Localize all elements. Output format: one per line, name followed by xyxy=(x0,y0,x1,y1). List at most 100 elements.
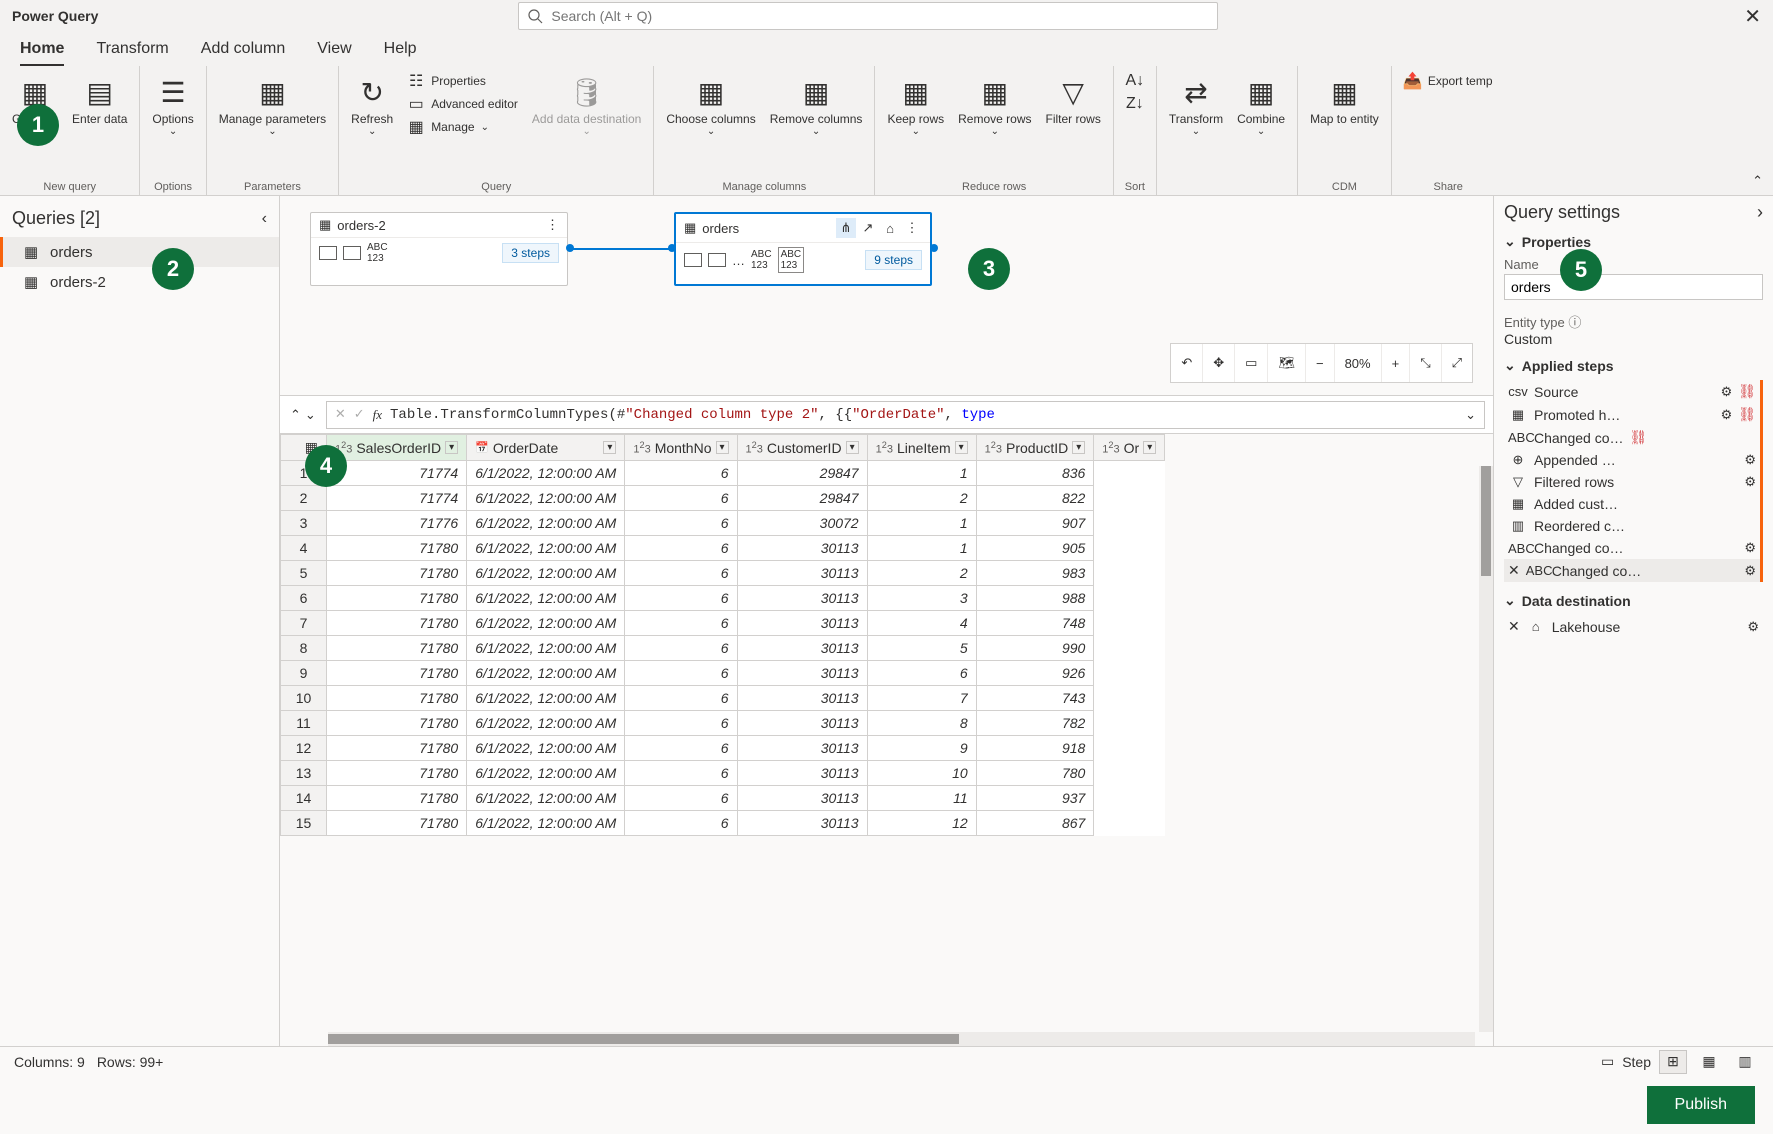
enter-data-button[interactable]: ▤Enter data xyxy=(66,70,133,130)
cell[interactable]: 30113 xyxy=(737,711,867,736)
link-icon[interactable]: ⛓ xyxy=(1630,429,1648,446)
cell[interactable]: 6/1/2022, 12:00:00 AM xyxy=(467,536,625,561)
node-more-icon[interactable]: ⋮ xyxy=(902,218,922,238)
column-header[interactable]: 123LineItem▾ xyxy=(867,435,976,461)
cell[interactable]: 983 xyxy=(976,561,1094,586)
cell[interactable]: 6 xyxy=(625,786,737,811)
refresh-button[interactable]: ↻Refresh⌄ xyxy=(345,70,399,141)
column-header[interactable]: 123Or▾ xyxy=(1094,435,1165,461)
node-more-icon[interactable]: ⋮ xyxy=(546,217,559,233)
zoom-out-icon[interactable]: − xyxy=(1306,344,1335,382)
cell[interactable]: 71780 xyxy=(327,561,467,586)
applied-steps-section[interactable]: Applied steps xyxy=(1504,357,1763,374)
destination-row[interactable]: ✕ ⌂ Lakehouse ⚙ xyxy=(1504,615,1763,638)
zoom-in-icon[interactable]: + xyxy=(1382,344,1411,382)
cell[interactable]: 6 xyxy=(625,511,737,536)
collapse-ribbon-icon[interactable]: ⌃ xyxy=(1752,173,1763,189)
cell[interactable]: 937 xyxy=(976,786,1094,811)
cell[interactable]: 6/1/2022, 12:00:00 AM xyxy=(467,661,625,686)
node-home-ictitle=[interactable]: ⌂ xyxy=(880,218,900,238)
cell[interactable]: 6/1/2022, 12:00:00 AM xyxy=(467,461,625,486)
publish-button[interactable]: Publish xyxy=(1647,1086,1755,1124)
diagram-view[interactable]: ▦orders-2⋮ ABC1233 steps ▦orders ⋔ ↗ ⌂ ⋮… xyxy=(280,196,1493,396)
search-box[interactable] xyxy=(518,2,1218,30)
filter-dropdown-icon[interactable]: ▾ xyxy=(846,441,859,454)
cell[interactable]: 6/1/2022, 12:00:00 AM xyxy=(467,811,625,836)
link-icon[interactable]: ⛓ xyxy=(1738,406,1756,423)
table-row[interactable]: 8717806/1/2022, 12:00:00 AM6301135990 xyxy=(281,636,1165,661)
cell[interactable]: 6/1/2022, 12:00:00 AM xyxy=(467,686,625,711)
cell[interactable]: 8 xyxy=(867,711,976,736)
tab-help[interactable]: Help xyxy=(384,40,417,66)
column-header[interactable]: 123ProductID▾ xyxy=(976,435,1094,461)
remove-columns-button[interactable]: ▦Remove columns⌄ xyxy=(764,70,869,141)
cell[interactable]: 71780 xyxy=(327,686,467,711)
cell[interactable]: 1 xyxy=(867,536,976,561)
cell[interactable]: 6/1/2022, 12:00:00 AM xyxy=(467,736,625,761)
name-input[interactable] xyxy=(1504,274,1763,300)
column-header[interactable]: 123CustomerID▾ xyxy=(737,435,867,461)
map-icon[interactable]: 🗺 xyxy=(1268,344,1306,382)
cell[interactable]: 6/1/2022, 12:00:00 AM xyxy=(467,511,625,536)
cell[interactable]: 6/1/2022, 12:00:00 AM xyxy=(467,486,625,511)
cell[interactable]: 6 xyxy=(625,761,737,786)
cell[interactable]: 30113 xyxy=(737,686,867,711)
cell[interactable]: 822 xyxy=(976,486,1094,511)
cell[interactable]: 11 xyxy=(867,786,976,811)
cell[interactable]: 10 xyxy=(867,761,976,786)
row-number[interactable]: 2 xyxy=(281,486,327,511)
view-schema-button[interactable]: ▥ xyxy=(1731,1050,1759,1074)
applied-step[interactable]: ▽Filtered rows⚙ xyxy=(1504,471,1760,493)
table-row[interactable]: 3717766/1/2022, 12:00:00 AM6300721907 xyxy=(281,511,1165,536)
table-row[interactable]: 15717806/1/2022, 12:00:00 AM63011312867 xyxy=(281,811,1165,836)
vertical-scrollbar[interactable] xyxy=(1479,466,1493,1032)
row-number[interactable]: 15 xyxy=(281,811,327,836)
row-number[interactable]: 3 xyxy=(281,511,327,536)
cell[interactable]: 6/1/2022, 12:00:00 AM xyxy=(467,561,625,586)
gear-icon[interactable]: ⚙ xyxy=(1744,452,1756,468)
cell[interactable]: 30113 xyxy=(737,736,867,761)
cell[interactable]: 71776 xyxy=(327,511,467,536)
cell[interactable]: 30113 xyxy=(737,786,867,811)
map-entity-button[interactable]: ▦Map to entity xyxy=(1304,70,1385,130)
cell[interactable]: 780 xyxy=(976,761,1094,786)
expand-settings-icon[interactable]: › xyxy=(1757,202,1763,223)
node-expand-icon[interactable]: ↗ xyxy=(858,218,878,238)
row-number[interactable]: 14 xyxy=(281,786,327,811)
query-item-orders-2[interactable]: ▦ orders-2 xyxy=(0,267,279,297)
collapse-queries-icon[interactable]: ‹ xyxy=(262,210,267,228)
gear-icon[interactable]: ⚙ xyxy=(1744,563,1756,579)
cell[interactable]: 2 xyxy=(867,486,976,511)
cell[interactable]: 6 xyxy=(625,536,737,561)
cell[interactable]: 6/1/2022, 12:00:00 AM xyxy=(467,636,625,661)
undo-icon[interactable]: ↶ xyxy=(1171,344,1203,382)
filter-dropdown-icon[interactable]: ▾ xyxy=(716,441,729,454)
filter-dropdown-icon[interactable]: ▾ xyxy=(445,441,458,454)
table-row[interactable]: 10717806/1/2022, 12:00:00 AM6301137743 xyxy=(281,686,1165,711)
link-icon[interactable]: ⛓ xyxy=(1738,383,1756,400)
filter-rows-button[interactable]: ▽Filter rows xyxy=(1040,70,1107,130)
formula-expand-icon[interactable]: ⌄ xyxy=(1465,407,1476,423)
gear-icon[interactable]: ⚙ xyxy=(1721,384,1733,400)
gear-icon[interactable]: ⚙ xyxy=(1744,540,1756,556)
cell[interactable]: 30113 xyxy=(737,536,867,561)
step-nav-icon[interactable]: ▭ xyxy=(1601,1053,1614,1070)
cell[interactable]: 926 xyxy=(976,661,1094,686)
options-button[interactable]: ☰Options⌄ xyxy=(146,70,199,141)
filter-dropdown-icon[interactable]: ▾ xyxy=(1072,441,1085,454)
table-row[interactable]: 2717746/1/2022, 12:00:00 AM6298472822 xyxy=(281,486,1165,511)
cell[interactable]: 71780 xyxy=(327,786,467,811)
cell[interactable]: 6 xyxy=(625,736,737,761)
transform-button[interactable]: ⇄Transform⌄ xyxy=(1163,70,1229,141)
cell[interactable]: 6 xyxy=(625,586,737,611)
cell[interactable]: 6 xyxy=(625,661,737,686)
cell[interactable]: 30113 xyxy=(737,561,867,586)
filter-dropdown-icon[interactable]: ▾ xyxy=(1143,441,1156,454)
cell[interactable]: 30113 xyxy=(737,586,867,611)
gear-icon[interactable]: ⚙ xyxy=(1721,407,1733,423)
column-header[interactable]: 123SalesOrderID▾ xyxy=(327,435,467,461)
manage-button[interactable]: ▦Manage⌄ xyxy=(401,116,524,138)
table-row[interactable]: 5717806/1/2022, 12:00:00 AM6301132983 xyxy=(281,561,1165,586)
diagram-node-orders-2[interactable]: ▦orders-2⋮ ABC1233 steps xyxy=(310,212,568,286)
cell[interactable]: 71780 xyxy=(327,811,467,836)
